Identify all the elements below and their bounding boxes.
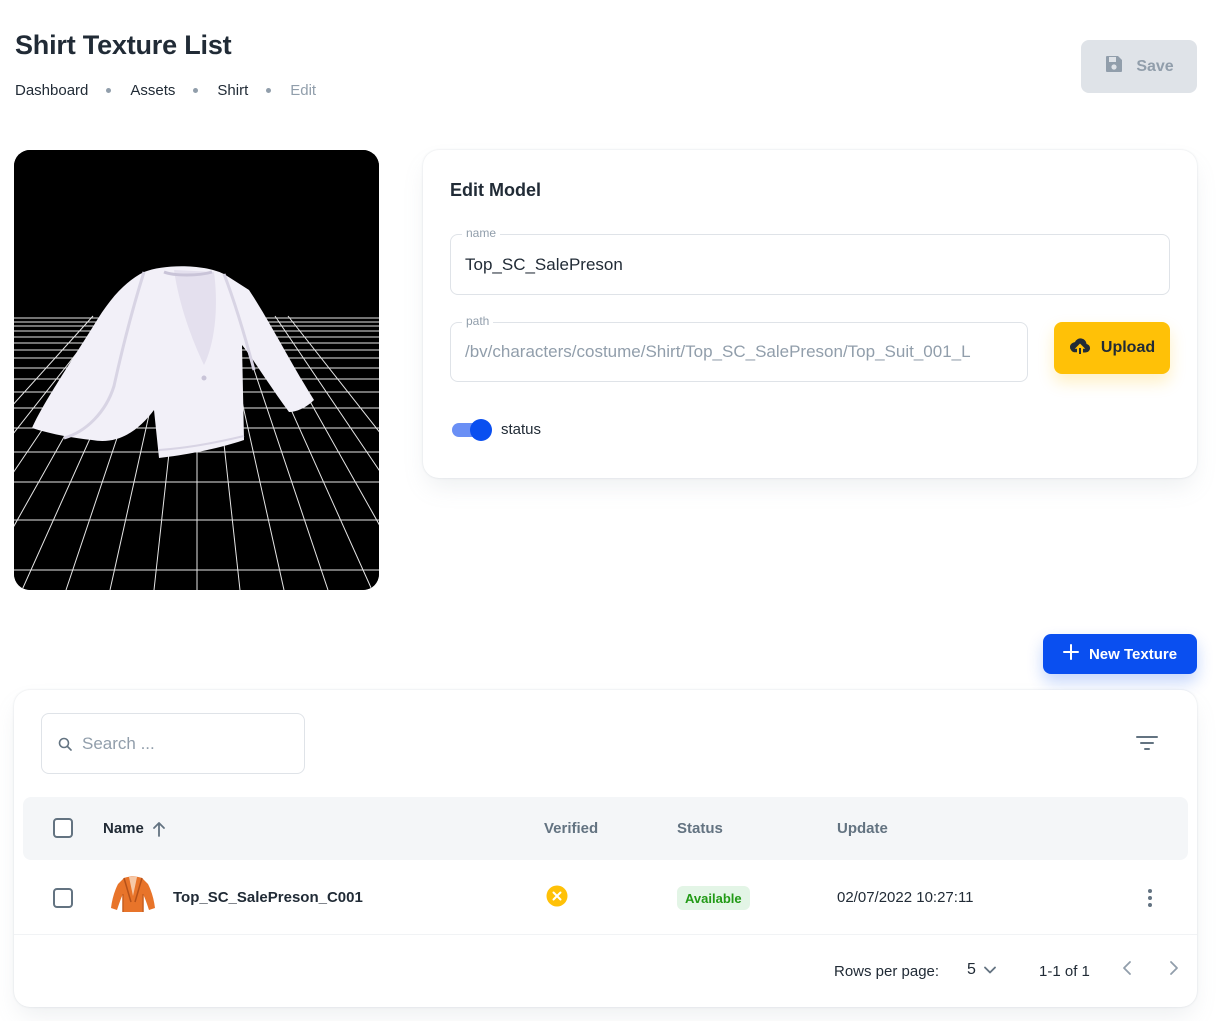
new-texture-label: New Texture	[1088, 645, 1178, 663]
more-vertical-icon[interactable]	[1140, 888, 1160, 913]
texture-thumbnail	[110, 874, 156, 919]
breadcrumb-edit: Edit	[290, 82, 317, 99]
previous-page-icon[interactable]	[1120, 960, 1136, 980]
rows-per-page-label: Rows per page:	[834, 963, 940, 980]
select-all-checkbox[interactable]	[53, 818, 73, 838]
table-row[interactable]: Top_SC_SalePreson_C001 Available 02/07/2…	[14, 860, 1197, 935]
column-header-status[interactable]: Status	[677, 797, 723, 860]
edit-model-card: Edit Model name Top_SC_SalePreson path /…	[423, 150, 1197, 478]
search-field[interactable]	[41, 713, 305, 774]
page-title: Shirt Texture List	[15, 30, 232, 60]
save-button[interactable]: Save	[1081, 40, 1197, 93]
name-field[interactable]: name Top_SC_SalePreson	[450, 226, 1170, 295]
breadcrumb-dashboard[interactable]: Dashboard	[15, 82, 88, 99]
breadcrumb-shirt[interactable]: Shirt	[217, 82, 248, 99]
sort-ascending-icon	[152, 821, 166, 837]
status-toggle-thumb	[470, 419, 492, 441]
path-field[interactable]: path /bv/characters/costume/Shirt/Top_SC…	[450, 314, 1028, 382]
column-header-name[interactable]: Name	[103, 797, 166, 860]
not-verified-icon	[546, 885, 568, 912]
status-badge: Available	[677, 886, 750, 910]
breadcrumb-separator	[193, 88, 199, 93]
table-pagination: Rows per page: 5 1-1 of 1	[14, 936, 1197, 1007]
save-icon	[1104, 54, 1124, 79]
pagination-range: 1-1 of 1	[1039, 963, 1090, 980]
column-header-verified[interactable]: Verified	[544, 797, 598, 860]
new-texture-button[interactable]: New Texture	[1043, 634, 1197, 674]
row-checkbox[interactable]	[53, 888, 73, 908]
status-toggle[interactable]	[450, 418, 492, 442]
search-input[interactable]	[82, 714, 296, 773]
filter-list-icon[interactable]	[1136, 735, 1158, 756]
plus-icon	[1062, 644, 1079, 664]
breadcrumb-separator	[266, 88, 272, 93]
next-page-icon[interactable]	[1165, 960, 1181, 980]
name-field-value: Top_SC_SalePreson	[465, 254, 623, 274]
texture-table-card: Name Verified Status Update Top_SC_SaleP…	[14, 690, 1197, 1007]
table-header: Name Verified Status Update	[23, 797, 1188, 860]
column-header-name-label: Name	[103, 820, 144, 837]
status-toggle-label: status	[501, 421, 542, 438]
chevron-down-icon	[984, 961, 996, 979]
column-header-update[interactable]: Update	[837, 797, 888, 860]
rows-per-page-value: 5	[967, 961, 976, 978]
breadcrumb-separator	[106, 88, 112, 93]
search-icon	[58, 737, 72, 756]
cloud-upload-icon	[1069, 337, 1091, 360]
edit-model-title: Edit Model	[450, 180, 541, 200]
row-name: Top_SC_SalePreson_C001	[173, 889, 363, 906]
row-update: 02/07/2022 10:27:11	[837, 889, 974, 906]
breadcrumb: Dashboard Assets Shirt Edit	[15, 82, 316, 99]
path-field-value: /bv/characters/costume/Shirt/Top_SC_Sale…	[465, 342, 971, 361]
breadcrumb-assets[interactable]: Assets	[130, 82, 175, 99]
rows-per-page-select[interactable]: 5	[967, 961, 996, 979]
model-3d-viewer[interactable]	[14, 150, 379, 590]
upload-button[interactable]: Upload	[1054, 322, 1170, 374]
upload-label: Upload	[1100, 339, 1156, 356]
save-label: Save	[1136, 57, 1174, 75]
model-preview-image	[14, 150, 379, 590]
